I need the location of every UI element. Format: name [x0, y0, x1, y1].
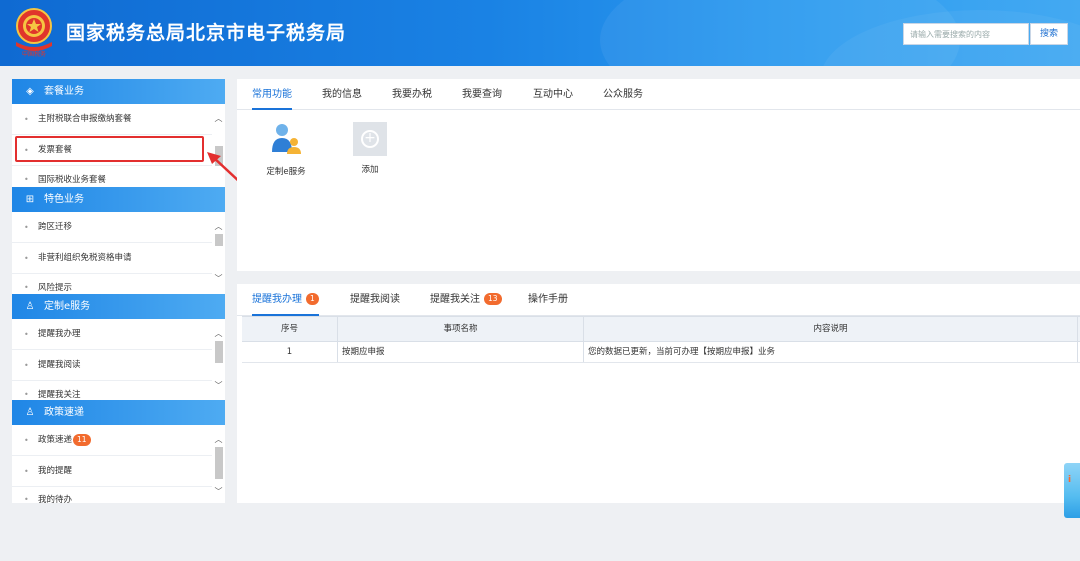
svg-text:中国税务: 中国税务 [22, 50, 46, 58]
scroll-up-icon[interactable]: ︿ [213, 435, 224, 445]
scroll-up-icon[interactable]: ︿ [213, 114, 224, 124]
column-header: 事项名称 [338, 317, 584, 341]
scroll-up-icon[interactable]: ︿ [213, 329, 224, 339]
user-icon: ♙ [25, 407, 35, 418]
highlight-box [15, 136, 204, 162]
tab-remind-read[interactable]: 提醒我阅读 [350, 284, 400, 316]
sidebar-item[interactable]: 国际税收业务套餐 [12, 173, 212, 187]
section-header-policy[interactable]: ♙ 政策速递 [12, 400, 225, 425]
bottom-tab-bar: 提醒我办理 1 提醒我阅读 提醒我关注 13 操作手册 [237, 284, 1080, 316]
scroll-thumb[interactable] [215, 234, 223, 246]
scrollbar[interactable]: ︿ ﹀ [213, 212, 224, 295]
row-description: 您的数据已更新，当前可办理【按期应申报】业务 [584, 342, 1078, 362]
scroll-up-icon[interactable]: ︿ [213, 222, 224, 232]
people-icon [272, 124, 301, 154]
section-header-package[interactable]: ◈ 套餐业务 [12, 79, 225, 104]
reminder-panel: 提醒我办理 1 提醒我阅读 提醒我关注 13 操作手册 序号 事项名称 内容说明 1… [237, 284, 1080, 503]
function-label: 定制e服务 [266, 167, 306, 177]
tab-my-info[interactable]: 我的信息 [322, 79, 362, 110]
search-input[interactable]: 请输入需要搜索的内容 [903, 23, 1029, 45]
ad-glyph: i [1068, 475, 1072, 485]
count-badge: 13 [484, 293, 502, 305]
tax-emblem-logo[interactable]: 中国税务 [12, 6, 56, 58]
plus-icon: + [361, 130, 379, 148]
add-tile: + [353, 122, 387, 156]
sidebar-item[interactable]: 非营利组织免税资格申请 [12, 243, 212, 274]
scroll-thumb[interactable] [215, 447, 223, 479]
tab-label: 提醒我办理 [252, 294, 302, 305]
tab-label: 操作手册 [528, 294, 568, 305]
function-custom-eservice[interactable]: 定制e服务 [261, 122, 311, 177]
row-index: 1 [242, 342, 338, 362]
search-button[interactable]: 搜索 [1030, 23, 1068, 45]
section-header-special[interactable]: ⊞ 特色业务 [12, 187, 225, 212]
tab-tax-handling[interactable]: 我要办税 [392, 79, 432, 110]
top-tab-bar: 常用功能 我的信息 我要办税 我要查询 互动中心 公众服务 [237, 79, 1080, 110]
scrollbar[interactable]: ︿ ﹀ [213, 425, 224, 503]
tab-interaction[interactable]: 互动中心 [533, 79, 573, 110]
tab-public-service[interactable]: 公众服务 [603, 79, 643, 110]
floating-ad-banner[interactable]: i [1064, 463, 1080, 518]
row-name[interactable]: 按期应申报 [338, 342, 584, 362]
scroll-down-icon[interactable]: ﹀ [213, 487, 224, 497]
function-label: 添加 [361, 165, 379, 175]
sidebar-item-policy[interactable]: 政策速递11 [12, 425, 212, 456]
sidebar-item[interactable]: 提醒我阅读 [12, 350, 212, 381]
sidebar-item[interactable]: 提醒我办理 [12, 319, 212, 350]
column-header: 序号 [242, 317, 338, 341]
sidebar-item[interactable]: 我的待办 [12, 494, 212, 503]
user-icon: ♙ [25, 301, 35, 312]
sidebar-item-label: 政策速递 [38, 435, 73, 445]
tab-label: 提醒我阅读 [350, 294, 400, 305]
tab-manual[interactable]: 操作手册 [528, 284, 568, 316]
count-badge: 1 [306, 293, 319, 305]
grid-icon: ⊞ [25, 194, 35, 205]
scroll-down-icon[interactable]: ﹀ [213, 274, 224, 284]
site-header: 中国税务 国家税务总局北京市电子税务局 请输入需要搜索的内容 搜索 [0, 0, 1080, 66]
scroll-thumb[interactable] [215, 341, 223, 363]
sidebar-item[interactable]: 主附税联合申报缴纳套餐 [12, 104, 212, 135]
sidebar-item[interactable]: 跨区迁移 [12, 212, 212, 243]
section-header-custom-eservice[interactable]: ♙ 定制e服务 [12, 294, 225, 319]
scroll-down-icon[interactable]: ﹀ [213, 381, 224, 391]
table-row[interactable]: 1 按期应申报 您的数据已更新，当前可办理【按期应申报】业务 [242, 342, 1080, 363]
tab-remind-follow[interactable]: 提醒我关注 13 [430, 284, 502, 316]
count-badge: 11 [73, 433, 91, 446]
scrollbar[interactable]: ︿ ﹀ [213, 319, 224, 400]
tab-common-functions[interactable]: 常用功能 [252, 79, 292, 110]
tab-label: 提醒我关注 [430, 294, 480, 305]
column-header: 内容说明 [584, 317, 1078, 341]
function-add[interactable]: + 添加 [345, 122, 395, 175]
tab-query[interactable]: 我要查询 [462, 79, 502, 110]
sidebar-item[interactable]: 我的提醒 [12, 456, 212, 487]
table-header: 序号 事项名称 内容说明 [242, 316, 1080, 342]
layers-icon: ◈ [26, 86, 34, 97]
tab-remind-handle[interactable]: 提醒我办理 1 [252, 284, 319, 316]
site-title: 国家税务总局北京市电子税务局 [66, 22, 347, 44]
sidebar-item[interactable]: 风险提示 [12, 281, 212, 295]
function-panel: 常用功能 我的信息 我要办税 我要查询 互动中心 公众服务 定制e服务 + 添加 [237, 79, 1080, 271]
